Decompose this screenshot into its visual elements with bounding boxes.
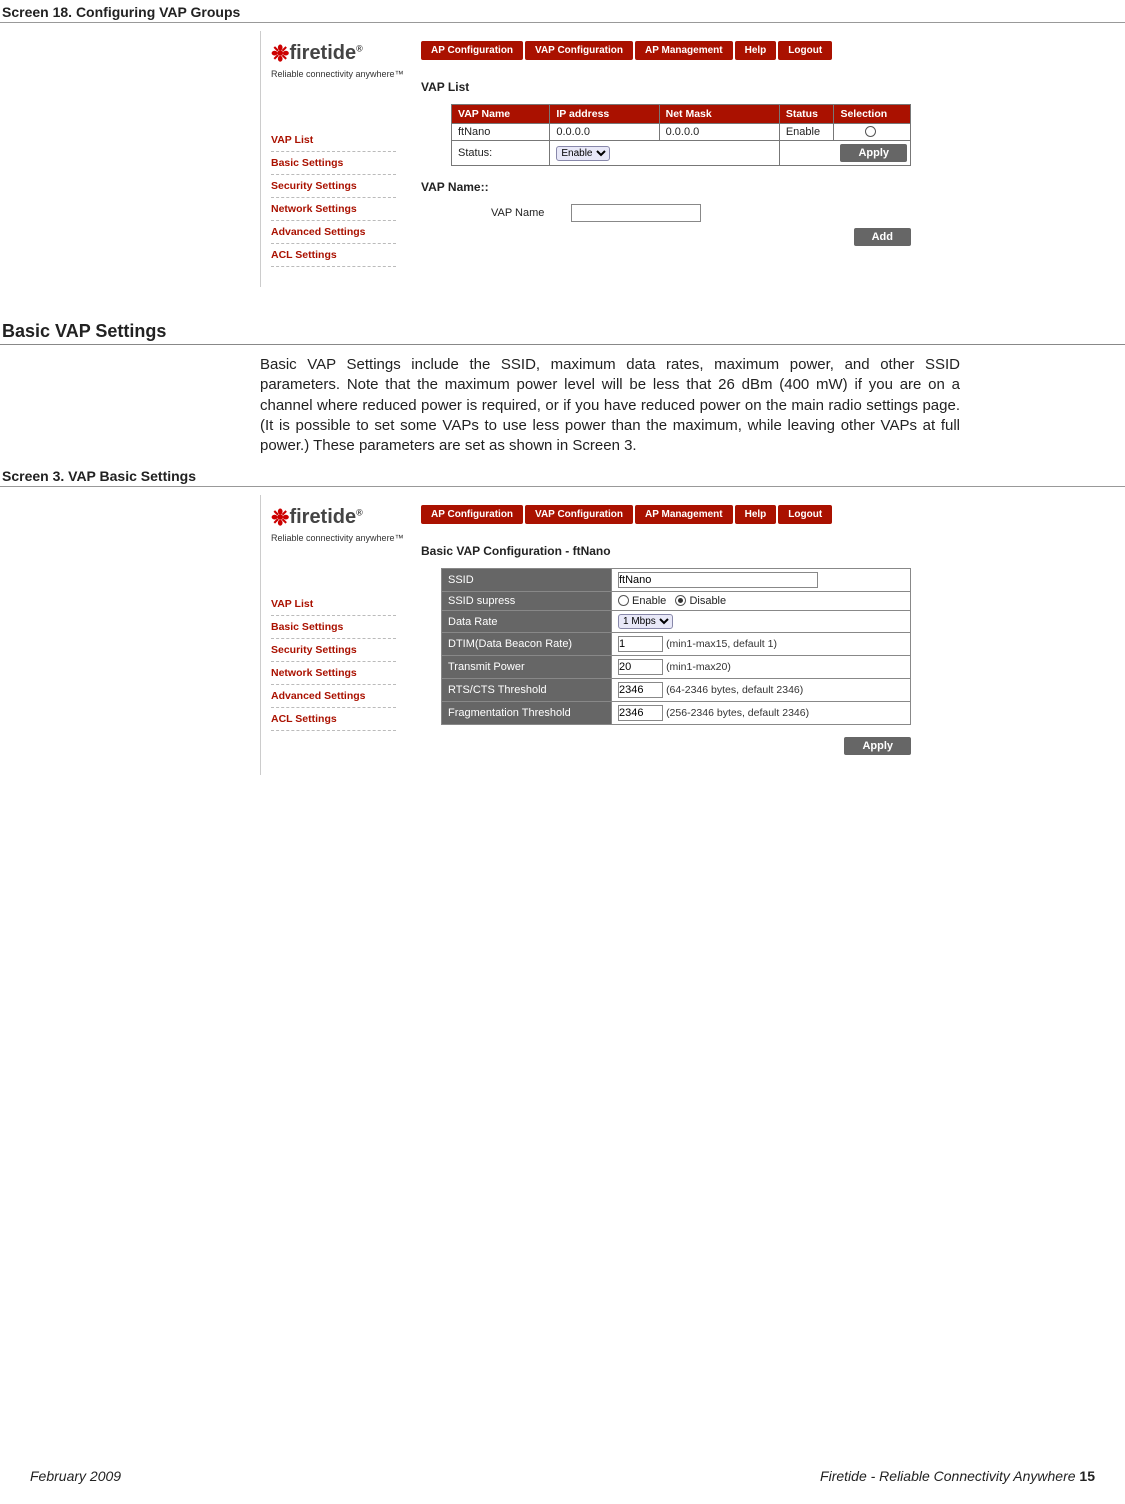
datarate-select[interactable]: 1 Mbps (618, 614, 673, 629)
top-tabs: AP Configuration VAP Configuration AP Ma… (421, 505, 960, 524)
vap-name-subtitle: VAP Name:: (421, 180, 960, 194)
tab-ap-configuration[interactable]: AP Configuration (421, 505, 523, 524)
tab-help[interactable]: Help (735, 41, 777, 60)
supress-enable-radio[interactable] (618, 595, 629, 606)
screenshot-3: ❉firetide® Reliable connectivity anywher… (260, 495, 960, 775)
tab-ap-configuration[interactable]: AP Configuration (421, 41, 523, 60)
enable-text: Enable (632, 595, 666, 607)
page-footer: February 2009 Firetide - Reliable Connec… (0, 1468, 1125, 1484)
sidebar-item-advanced-settings[interactable]: Advanced Settings (271, 685, 396, 708)
frag-input[interactable] (618, 705, 663, 721)
sidebar-item-basic-settings[interactable]: Basic Settings (271, 152, 396, 175)
tab-vap-configuration[interactable]: VAP Configuration (525, 505, 633, 524)
tab-vap-configuration[interactable]: VAP Configuration (525, 41, 633, 60)
add-button[interactable]: Add (854, 228, 911, 246)
panel-title-basic-vap: Basic VAP Configuration - ftNano (421, 544, 960, 558)
apply-button[interactable]: Apply (844, 737, 911, 755)
tab-help[interactable]: Help (735, 505, 777, 524)
status-label: Status: (452, 141, 550, 166)
rts-hint: (64-2346 bytes, default 2346) (666, 684, 803, 696)
tab-ap-management[interactable]: AP Management (635, 41, 733, 60)
dtim-hint: (min1-max15, default 1) (666, 638, 777, 650)
footer-right: Firetide - Reliable Connectivity Anywher… (820, 1468, 1095, 1484)
logo-tagline: Reliable connectivity anywhere™ (271, 69, 406, 79)
supress-disable-radio[interactable] (675, 595, 686, 606)
col-ip: IP address (550, 105, 659, 124)
col-netmask: Net Mask (659, 105, 779, 124)
flame-icon: ❉ (271, 505, 289, 530)
sidebar-item-acl-settings[interactable]: ACL Settings (271, 244, 396, 267)
supress-label: SSID supress (442, 592, 612, 611)
cell-selection (834, 124, 911, 141)
sidebar-item-acl-settings[interactable]: ACL Settings (271, 708, 396, 731)
sidebar-item-security-settings[interactable]: Security Settings (271, 639, 396, 662)
sidebar-nav: VAP List Basic Settings Security Setting… (271, 89, 396, 267)
txpower-hint: (min1-max20) (666, 661, 731, 673)
datarate-label: Data Rate (442, 611, 612, 633)
sidebar-nav: VAP List Basic Settings Security Setting… (271, 553, 396, 731)
txpower-label: Transmit Power (442, 656, 612, 679)
logo: ❉firetide® (271, 505, 406, 531)
sidebar-item-vap-list[interactable]: VAP List (271, 593, 396, 616)
cell-ip: 0.0.0.0 (550, 124, 659, 141)
sidebar-item-security-settings[interactable]: Security Settings (271, 175, 396, 198)
sidebar-item-vap-list[interactable]: VAP List (271, 129, 396, 152)
ssid-label: SSID (442, 569, 612, 592)
sidebar-item-network-settings[interactable]: Network Settings (271, 198, 396, 221)
footer-date: February 2009 (30, 1468, 121, 1484)
col-status: Status (779, 105, 834, 124)
top-tabs: AP Configuration VAP Configuration AP Ma… (421, 41, 960, 60)
vap-name-input[interactable] (571, 204, 701, 222)
flame-icon: ❉ (271, 41, 289, 66)
status-select[interactable]: Enable (556, 146, 610, 161)
frag-label: Fragmentation Threshold (442, 702, 612, 725)
cell-vap-name: ftNano (452, 124, 550, 141)
sidebar-item-network-settings[interactable]: Network Settings (271, 662, 396, 685)
col-vap-name: VAP Name (452, 105, 550, 124)
caption-screen3: Screen 3. VAP Basic Settings (0, 464, 1125, 487)
body-paragraph: Basic VAP Settings include the SSID, max… (260, 355, 960, 456)
rts-input[interactable] (618, 682, 663, 698)
cell-status: Enable (779, 124, 834, 141)
tab-logout[interactable]: Logout (778, 41, 832, 60)
logo-tagline: Reliable connectivity anywhere™ (271, 533, 406, 543)
sidebar-item-basic-settings[interactable]: Basic Settings (271, 616, 396, 639)
sidebar-item-advanced-settings[interactable]: Advanced Settings (271, 221, 396, 244)
logo: ❉firetide® (271, 41, 406, 67)
dtim-label: DTIM(Data Beacon Rate) (442, 633, 612, 656)
section-heading-basic-vap: Basic VAP Settings (0, 317, 1125, 345)
frag-hint: (256-2346 bytes, default 2346) (666, 707, 809, 719)
caption-screen18: Screen 18. Configuring VAP Groups (0, 0, 1125, 23)
vap-list-table: VAP Name IP address Net Mask Status Sele… (451, 104, 911, 166)
selection-radio[interactable] (865, 126, 876, 137)
txpower-input[interactable] (618, 659, 663, 675)
table-row: ftNano 0.0.0.0 0.0.0.0 Enable (452, 124, 911, 141)
cell-netmask: 0.0.0.0 (659, 124, 779, 141)
basic-vap-form: SSID SSID supress Enable Disable Data Ra… (441, 568, 911, 725)
page-number: 15 (1079, 1468, 1095, 1484)
tab-logout[interactable]: Logout (778, 505, 832, 524)
col-selection: Selection (834, 105, 911, 124)
screenshot-18: ❉firetide® Reliable connectivity anywher… (260, 31, 960, 287)
panel-title-vap-list: VAP List (421, 80, 960, 94)
vap-name-label: VAP Name (491, 207, 571, 219)
tab-ap-management[interactable]: AP Management (635, 505, 733, 524)
apply-button[interactable]: Apply (840, 144, 907, 162)
disable-text: Disable (689, 595, 726, 607)
ssid-input[interactable] (618, 572, 818, 588)
rts-label: RTS/CTS Threshold (442, 679, 612, 702)
dtim-input[interactable] (618, 636, 663, 652)
